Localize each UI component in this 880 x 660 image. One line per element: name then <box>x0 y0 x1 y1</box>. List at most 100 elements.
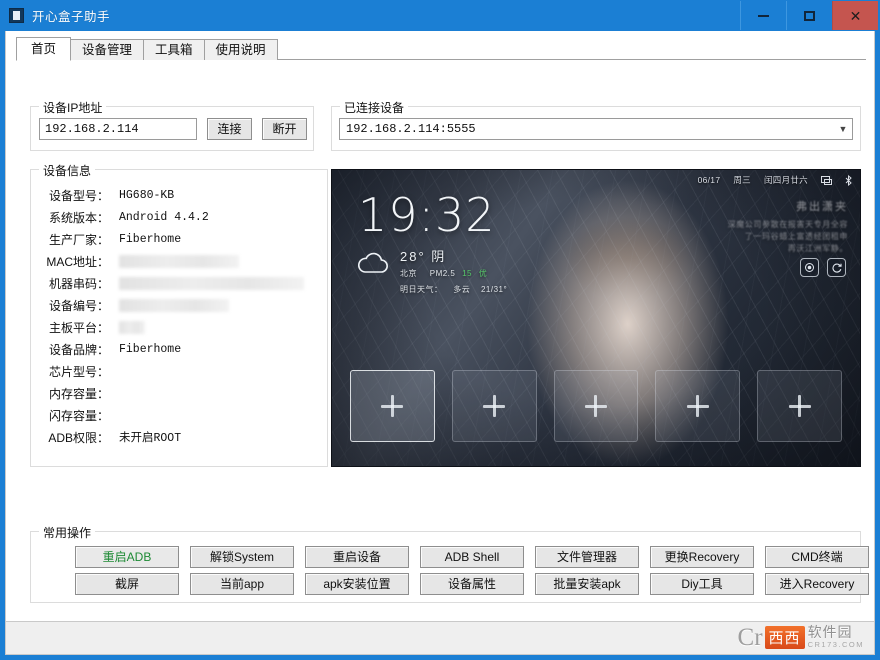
close-icon: ✕ <box>849 7 862 24</box>
app-box-icon <box>9 8 24 23</box>
chevron-down-icon: ▼ <box>838 124 848 134</box>
op-button[interactable]: Diy工具 <box>650 573 754 595</box>
maximize-button[interactable] <box>786 1 832 30</box>
title-bar[interactable]: 开心盒子助手 ✕ <box>0 0 880 31</box>
device-screen-preview[interactable]: 06/17 周三 闰四月廿六 19:32 28° 阴 北京 PM2.5 15 优… <box>331 169 861 467</box>
device-info-row: 系统版本： Android 4.4.2 <box>31 206 327 228</box>
lockscreen-shortcut-tile[interactable] <box>451 370 537 442</box>
lockscreen-shortcut-tile[interactable] <box>757 370 842 442</box>
tab-device-manage[interactable]: 设备管理 <box>70 39 145 60</box>
device-info-label-cell: 设备品牌： <box>48 342 109 357</box>
status-weekday: 周三 <box>733 175 751 185</box>
op-button[interactable]: 重启ADB <box>75 546 179 568</box>
maximize-icon <box>804 10 815 21</box>
device-info-row: 设备编号： <box>31 294 327 316</box>
record-icon <box>805 263 814 272</box>
lockscreen-shortcut-tile[interactable] <box>553 370 639 442</box>
status-strip: Cr 西西 软件园 CR173.COM <box>6 621 874 654</box>
redacted-value <box>119 276 304 290</box>
device-info-row: 机器串码： <box>31 272 327 294</box>
device-info-label-cell: 设备型号： <box>48 188 109 203</box>
cloud-icon <box>358 252 388 273</box>
lockscreen-shortcut-tile[interactable] <box>655 370 741 442</box>
device-info-row: ADB权限： 未开启ROOT <box>31 426 327 448</box>
poem-line-2: 了一玛谷蜡上富透经团租申 <box>744 232 848 241</box>
close-button[interactable]: ✕ <box>832 1 878 30</box>
disconnect-button[interactable]: 断开 <box>262 118 307 140</box>
refresh-button[interactable] <box>827 258 846 277</box>
plus-icon <box>381 395 404 417</box>
op-button[interactable]: 设备属性 <box>420 573 524 595</box>
minimize-button[interactable] <box>740 1 786 30</box>
status-lunar: 闰四月廿六 <box>763 175 808 185</box>
device-info-value-cell: 未开启ROOT <box>119 432 182 445</box>
connected-device-select[interactable]: 192.168.2.114:5555 ▼ <box>339 118 853 140</box>
tab-content: 首页 设备管理 工具箱 使用说明 设备IP地址 192.168.2.114 连接… <box>6 31 874 622</box>
android-status-bar: 06/17 周三 闰四月廿六 <box>698 174 852 186</box>
weather-pm-value: 15 <box>462 269 472 278</box>
device-info-value-cell: Fiberhome <box>119 232 182 246</box>
device-info-label-cell: 内存容量： <box>48 386 109 401</box>
watermark-site: CR173.COM <box>807 640 864 650</box>
op-button[interactable]: 解锁System <box>190 546 294 568</box>
op-button[interactable]: 更换Recovery <box>650 546 754 568</box>
op-button[interactable]: 批量安装apk <box>535 573 639 595</box>
weather-pm-quality: 优 <box>478 269 488 278</box>
op-button[interactable]: 重启设备 <box>305 546 409 568</box>
op-button[interactable]: 当前app <box>190 573 294 595</box>
connected-device-group: 已连接设备 192.168.2.114:5555 ▼ <box>331 99 861 151</box>
plus-icon <box>483 395 506 417</box>
device-info-label-cell: 主板平台： <box>48 320 109 335</box>
device-info-row: 芯片型号： <box>31 360 327 382</box>
weather-city: 北京 <box>400 269 417 278</box>
device-info-row: MAC地址： <box>31 250 327 272</box>
op-button[interactable]: 截屏 <box>75 573 179 595</box>
device-info-group: 设备信息 设备型号： HG680-KB 系统版本： Android 4.4.2 生产厂家… <box>30 162 328 467</box>
op-button[interactable]: 进入Recovery <box>765 573 869 595</box>
lockscreen-actions <box>800 258 846 277</box>
device-info-label-cell: MAC地址： <box>46 254 109 269</box>
tab-instructions[interactable]: 使用说明 <box>203 39 278 60</box>
watermark-text: 软件园 CR173.COM <box>808 625 864 649</box>
device-info-row: 主板平台： <box>31 316 327 338</box>
record-button[interactable] <box>800 258 819 277</box>
client-area: 首页 设备管理 工具箱 使用说明 设备IP地址 192.168.2.114 连接… <box>5 31 875 655</box>
device-info-value-cell: Fiberhome <box>119 342 182 356</box>
ip-input[interactable]: 192.168.2.114 <box>39 118 197 140</box>
poem-title: 弗出潇夹 <box>796 201 848 213</box>
device-info-label-cell: 设备编号： <box>48 298 109 313</box>
tab-bar: 首页 设备管理 工具箱 使用说明 <box>16 37 866 61</box>
op-button[interactable]: 文件管理器 <box>535 546 639 568</box>
app-window: 开心盒子助手 ✕ 首页 设备管理 工具箱 使用说明 设备IP地址 192.168… <box>0 0 880 660</box>
weather-tomorrow-line: 明日天气： 多云 21/31° <box>400 284 507 295</box>
lockscreen-poem: 弗出潇夹 深魔公司参散在报害天专月全容 了一玛谷蜡上富透经团租申 再沃江洲军静。 <box>688 198 848 255</box>
device-info-row: 闪存容量： <box>31 404 327 426</box>
device-info-row: 内存容量： <box>31 382 327 404</box>
op-button[interactable]: ADB Shell <box>420 546 524 568</box>
common-operations-group: 常用操作 重启ADB 解锁System 重启设备 ADB Shell 文件管理器 更换Re… <box>30 524 869 603</box>
lockscreen-shortcut-tile[interactable] <box>350 370 435 442</box>
ops-button-grid: 重启ADB 解锁System 重启设备 ADB Shell 文件管理器 更换Recover… <box>75 546 869 595</box>
redacted-value <box>119 320 145 334</box>
plus-icon <box>686 395 709 417</box>
device-info-label-cell: 闪存容量： <box>48 408 109 423</box>
device-group-label: 已连接设备 <box>340 99 409 116</box>
connect-button[interactable]: 连接 <box>207 118 252 140</box>
device-info-label-cell: 芯片型号： <box>48 364 109 379</box>
watermark-brand: 软件园 <box>807 624 853 641</box>
op-button[interactable]: apk安装位置 <box>305 573 409 595</box>
watermark-mark: Cr <box>737 623 763 651</box>
tab-toolbox[interactable]: 工具箱 <box>143 39 205 60</box>
device-info-label-cell: ADB权限： <box>48 430 109 445</box>
tomorrow-label: 明日天气： <box>400 285 443 294</box>
device-info-label-cell: 系统版本： <box>48 210 109 225</box>
watermark: Cr 西西 软件园 CR173.COM <box>738 622 864 652</box>
tab-home[interactable]: 首页 <box>16 37 72 61</box>
tomorrow-condition: 多云 <box>453 285 471 294</box>
watermark-brand-red: 西西 <box>764 625 805 649</box>
ip-group-label: 设备IP地址 <box>39 99 107 116</box>
device-info-label-cell: 生产厂家： <box>48 232 109 247</box>
screencast-icon <box>821 175 832 185</box>
op-button[interactable]: CMD终端 <box>765 546 869 568</box>
weather-aqi-line: 北京 PM2.5 15 优 <box>400 268 507 279</box>
